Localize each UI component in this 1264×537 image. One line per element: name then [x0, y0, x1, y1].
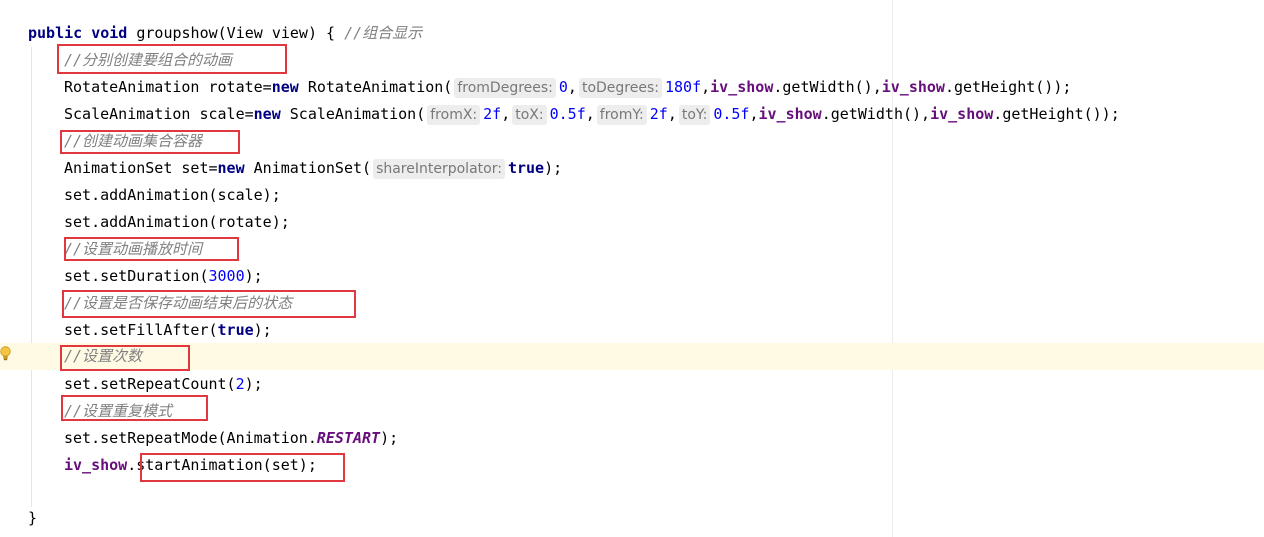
method-signature: public void groupshow(View view) { //组合显… [28, 20, 422, 47]
param-hint: fromY: [596, 105, 647, 125]
code-line-add-scale: set.addAnimation(scale); [64, 182, 281, 209]
constant-reference: RESTART [316, 429, 381, 447]
indent-guide [31, 47, 32, 507]
annotation-box [62, 290, 356, 318]
code-text: ); [253, 321, 272, 339]
code-line-fillafter: set.setFillAfter(true); [64, 317, 272, 344]
annotation-box [57, 44, 287, 74]
number-literal: 0.5f [713, 105, 750, 123]
code-line-scale: ScaleAnimation scale=new ScaleAnimation(… [64, 101, 1120, 128]
keyword-true: true [507, 159, 545, 177]
field-reference: iv_show [710, 78, 774, 96]
code-text: set.addAnimation(rotate); [64, 213, 290, 231]
param-hint: shareInterpolator: [373, 159, 505, 179]
keyword-public: public [28, 24, 83, 42]
code-text: .getWidth(), [773, 78, 882, 96]
field-reference: iv_show [758, 105, 822, 123]
code-text: set.setDuration( [64, 267, 209, 285]
annotation-box [64, 237, 239, 261]
code-line-animationset: AnimationSet set=new AnimationSet(shareI… [64, 155, 562, 182]
param-hint: fromX: [427, 105, 481, 125]
code-text: .getWidth(), [821, 105, 931, 123]
field-reference: iv_show [881, 78, 945, 96]
code-text: ); [244, 267, 263, 285]
code-text: . [127, 456, 137, 474]
field-reference: iv_show [930, 105, 994, 123]
code-text: RotateAnimation( [298, 78, 453, 96]
code-text: set.addAnimation(scale); [64, 186, 281, 204]
keyword-new: new [217, 159, 245, 177]
number-literal: 2 [235, 375, 245, 393]
keyword-true: true [217, 321, 254, 339]
code-text: ); [544, 159, 563, 177]
code-text: .getHeight()); [993, 105, 1120, 123]
param-hint: fromDegrees: [454, 78, 556, 98]
keyword-void: void [91, 24, 128, 42]
param-hint: toY: [678, 105, 711, 125]
lightbulb-icon[interactable] [0, 346, 11, 361]
param-hint: toX: [512, 105, 547, 125]
code-line-duration: set.setDuration(3000); [64, 263, 263, 290]
annotation-box [60, 130, 240, 154]
code-text: ScaleAnimation scale= [64, 105, 254, 123]
number-literal: 2f [649, 105, 668, 123]
code-line-repeatmode: set.setRepeatMode(Animation.RESTART); [64, 425, 398, 452]
code-text: , [701, 78, 711, 96]
code-text: AnimationSet( [244, 159, 372, 177]
code-text: set.setRepeatMode(Animation. [64, 429, 317, 447]
code-text: .getHeight()); [944, 78, 1072, 96]
code-text: , [585, 105, 595, 123]
code-comment: //组合显示 [344, 24, 423, 42]
annotation-box [61, 395, 208, 421]
number-literal: 0.5f [549, 105, 586, 123]
code-text: ); [380, 429, 399, 447]
method-name: groupshow(View view) { [136, 24, 336, 42]
code-line-repeatcount: set.setRepeatCount(2); [64, 371, 263, 398]
code-text: ScaleAnimation( [280, 105, 426, 123]
keyword-new: new [271, 78, 299, 96]
field-reference: iv_show [64, 456, 128, 474]
code-line-add-rotate: set.addAnimation(rotate); [64, 209, 290, 236]
number-literal: 180f [664, 78, 702, 96]
closing-brace: } [28, 505, 37, 532]
number-literal: 2f [483, 105, 502, 123]
keyword-new: new [253, 105, 281, 123]
code-text: AnimationSet set= [64, 159, 218, 177]
number-literal: 0 [558, 78, 568, 96]
annotation-box [60, 345, 190, 371]
code-text: ); [244, 375, 263, 393]
param-hint: toDegrees: [578, 78, 662, 98]
code-text: , [567, 78, 577, 96]
code-text: set.setFillAfter( [64, 321, 218, 339]
code-text: , [667, 105, 677, 123]
code-text: } [28, 509, 38, 527]
code-text: set.setRepeatCount( [64, 375, 236, 393]
code-text: RotateAnimation rotate= [64, 78, 272, 96]
number-literal: 3000 [208, 267, 245, 285]
code-text: , [501, 105, 511, 123]
code-line-rotate: RotateAnimation rotate=new RotateAnimati… [64, 74, 1071, 101]
annotation-box [140, 453, 345, 482]
